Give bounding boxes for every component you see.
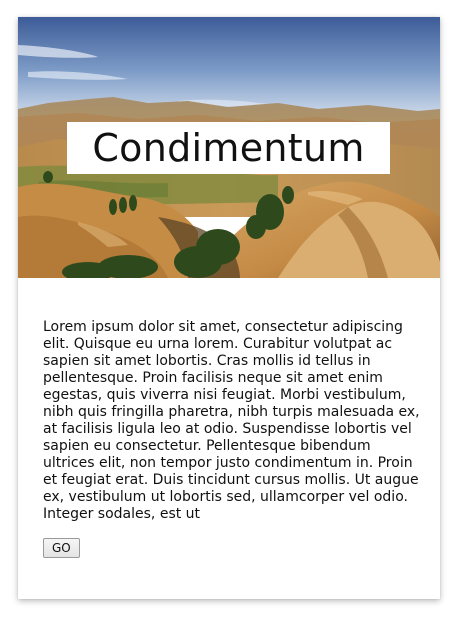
content-card: Condimentum Lorem ipsum dolor sit amet, … — [18, 17, 440, 599]
card-title: Condimentum — [92, 126, 365, 170]
go-button[interactable]: GO — [43, 538, 80, 558]
hero-image: Condimentum — [18, 17, 440, 278]
body-paragraph: Lorem ipsum dolor sit amet, consectetur … — [43, 319, 420, 522]
title-banner: Condimentum — [67, 122, 390, 174]
